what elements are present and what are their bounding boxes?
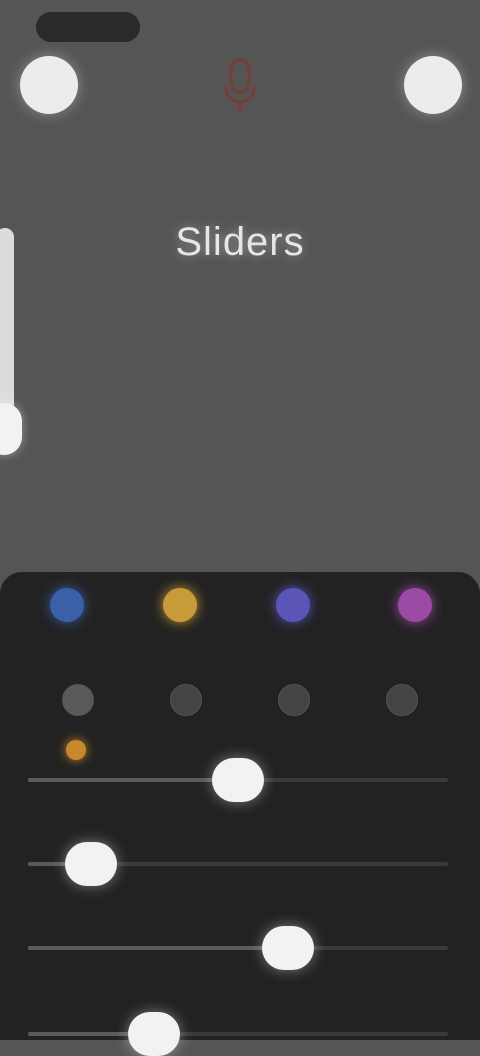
status-pill (36, 12, 140, 42)
mode-icon-4[interactable] (386, 684, 418, 716)
mode-icon-3[interactable] (278, 684, 310, 716)
slider-thumb[interactable] (262, 926, 315, 970)
vertical-slider-thumb[interactable] (0, 402, 22, 455)
left-circle-button[interactable] (20, 56, 78, 114)
slider-fill (28, 778, 238, 782)
slider-thumb[interactable] (65, 842, 117, 886)
slider-fill (28, 946, 289, 950)
color-swatch-2[interactable] (163, 588, 197, 622)
mode-icon-2[interactable] (170, 684, 202, 716)
slider-thumb[interactable] (128, 1012, 180, 1056)
page-title: Sliders (175, 220, 305, 264)
slider-thumb[interactable] (212, 758, 264, 802)
microphone-icon[interactable] (222, 58, 258, 116)
control-panel (0, 572, 480, 1040)
slider-track[interactable] (28, 758, 448, 802)
slider-track[interactable] (28, 1012, 448, 1056)
mode-icon-1[interactable] (62, 684, 94, 716)
slider-track[interactable] (28, 842, 448, 886)
color-swatch-1[interactable] (50, 588, 84, 622)
accent-indicator (66, 740, 86, 760)
slider-track[interactable] (28, 926, 448, 970)
status-bar (0, 0, 480, 44)
color-swatch-3[interactable] (276, 588, 310, 622)
color-swatch-4[interactable] (398, 588, 432, 622)
right-circle-button[interactable] (404, 56, 462, 114)
